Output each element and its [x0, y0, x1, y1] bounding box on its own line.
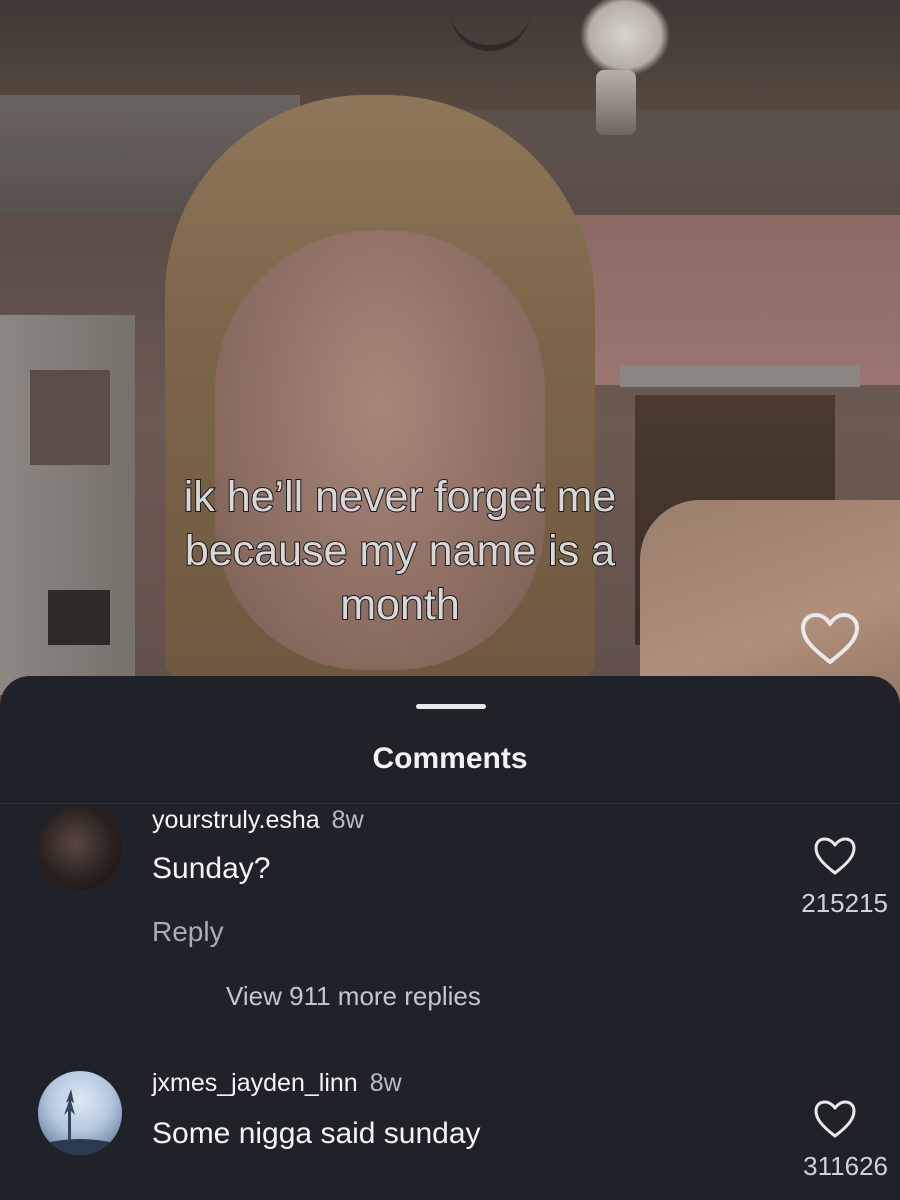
heart-icon[interactable]: [813, 1099, 857, 1139]
screen: ik he’ll never forget me because my name…: [0, 0, 900, 1200]
comment-meta: jxmes_jayden_linn 8w: [152, 1069, 402, 1098]
username[interactable]: yourstruly.esha: [152, 806, 320, 834]
like-count: 311626: [803, 1151, 888, 1181]
grabber-handle[interactable]: [416, 704, 486, 709]
timestamp: 8w: [369, 1069, 402, 1097]
username[interactable]: jxmes_jayden_linn: [152, 1069, 358, 1097]
scene-photo: [30, 370, 110, 465]
heart-icon[interactable]: [800, 612, 860, 666]
comment-meta: yourstruly.esha 8w: [152, 806, 364, 835]
like-count: 215215: [801, 888, 888, 918]
avatar[interactable]: [38, 1071, 122, 1155]
scene-door-frame: [620, 365, 860, 387]
timestamp: 8w: [331, 806, 364, 834]
heart-icon[interactable]: [813, 836, 857, 876]
comment-text: Some nigga said sunday: [152, 1117, 481, 1150]
comment-text: Sunday?: [152, 852, 271, 885]
scene-lamp-bulb: [596, 70, 636, 135]
view-more-replies-button[interactable]: View 911 more replies: [226, 981, 481, 1012]
avatar-tree-icon: [38, 1089, 122, 1155]
avatar[interactable]: [38, 806, 122, 890]
comments-sheet: Comments yourstruly.esha 8w Sunday? Reply…: [0, 676, 900, 1200]
divider: [0, 803, 900, 804]
sheet-title: Comments: [372, 742, 528, 775]
video-caption: ik he’ll never forget me because my name…: [183, 472, 618, 630]
reply-button[interactable]: Reply: [152, 916, 224, 948]
video-player[interactable]: ik he’ll never forget me because my name…: [0, 0, 900, 760]
scene-wall: [560, 215, 900, 385]
